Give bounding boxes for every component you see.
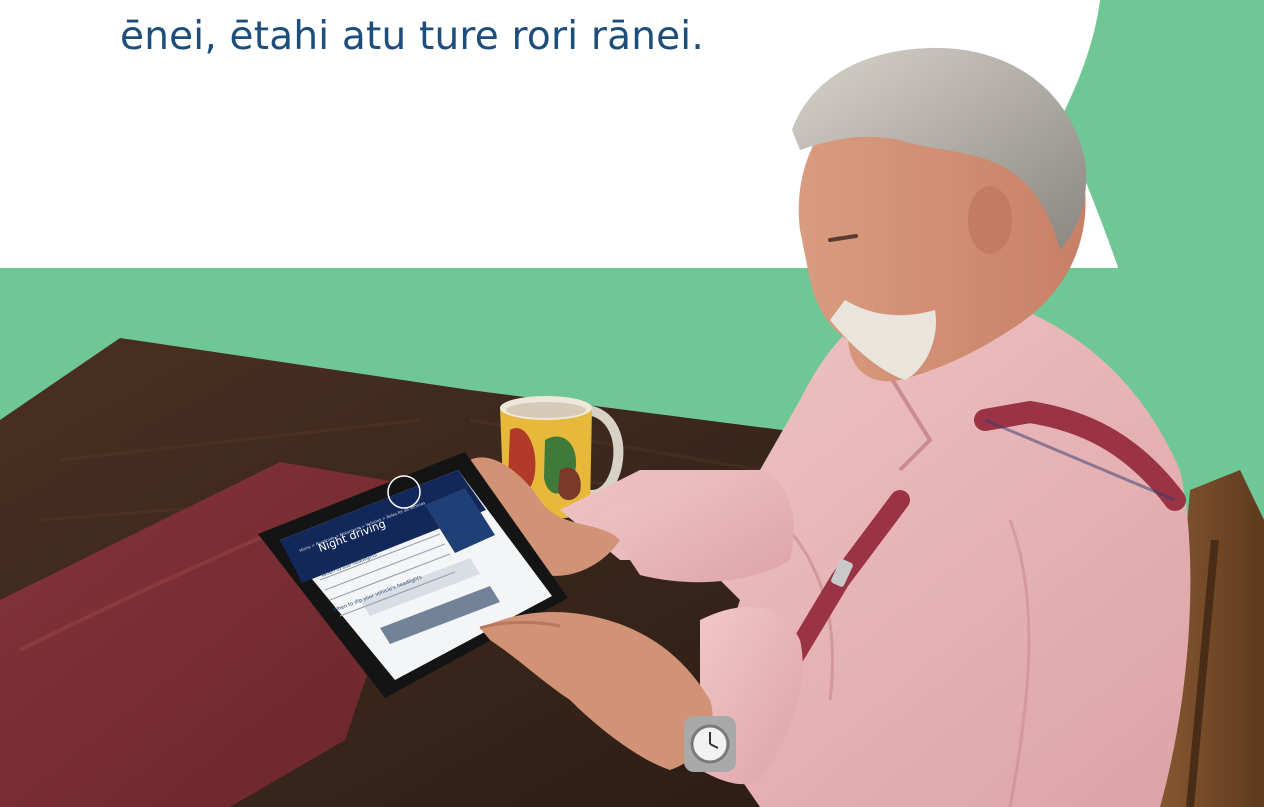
wristwatch	[684, 716, 736, 772]
page: Home > Roadcode > Motorcycle > Vehicles …	[0, 0, 1264, 807]
illustration-scene: Home > Roadcode > Motorcycle > Vehicles …	[0, 0, 1264, 807]
intro-text: ēnei, ētahi atu ture rori rānei.	[120, 14, 704, 59]
